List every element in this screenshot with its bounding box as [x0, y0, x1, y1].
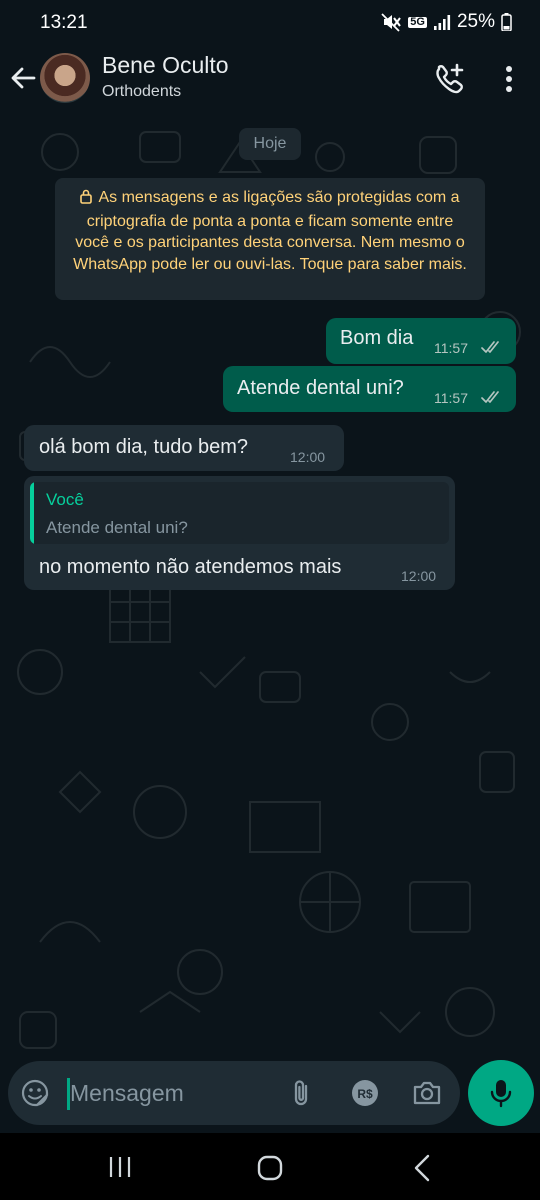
navigation-bar [0, 1133, 540, 1200]
day-separator: Hoje [239, 128, 301, 160]
message-bubble-incoming[interactable]: olá bom dia, tudo bem? 12:00 [24, 425, 344, 471]
message-bubble-incoming[interactable]: Você Atende dental uni? no momento não a… [24, 476, 455, 590]
network-5g-icon: 5G [408, 15, 427, 28]
battery-icon [501, 13, 512, 31]
status-icons: 5G 25% [380, 11, 512, 33]
message-bubble-outgoing[interactable]: Bom dia 11:57 [326, 318, 516, 364]
message-composer: R$ [8, 1061, 460, 1125]
message-text: Bom dia [340, 327, 414, 349]
lock-icon [80, 189, 93, 211]
message-text: no momento não atendemos mais [39, 556, 342, 578]
sticker-icon[interactable] [20, 1078, 50, 1108]
chat-area[interactable]: Hoje As mensagens e as ligações são prot… [0, 112, 540, 1067]
status-bar: 13:21 5G 25% [0, 0, 540, 46]
quoted-message[interactable]: Você Atende dental uni? [30, 482, 449, 544]
back-arrow-icon[interactable] [8, 62, 40, 94]
message-input[interactable] [70, 1073, 280, 1113]
message-time: 11:57 [434, 340, 468, 356]
message-time: 11:57 [434, 390, 468, 406]
quote-bar [30, 482, 34, 544]
read-receipt-icon [481, 340, 503, 359]
encryption-notice[interactable]: As mensagens e as ligações são protegida… [55, 178, 485, 300]
quote-author: Você [46, 490, 84, 509]
read-receipt-icon [481, 390, 503, 409]
back-icon[interactable] [412, 1154, 432, 1182]
recent-apps-icon[interactable] [107, 1156, 133, 1178]
attach-icon[interactable] [286, 1077, 318, 1109]
message-time: 12:00 [290, 449, 326, 465]
battery-label: 25% [456, 11, 495, 32]
message-text: olá bom dia, tudo bem? [39, 436, 249, 458]
mute-icon [380, 12, 402, 32]
camera-icon[interactable] [411, 1077, 443, 1109]
add-call-icon[interactable] [432, 62, 466, 96]
message-time: 12:00 [401, 568, 437, 584]
payment-icon[interactable]: R$ [350, 1078, 380, 1108]
status-time: 13:21 [40, 12, 88, 33]
home-icon[interactable] [257, 1155, 283, 1181]
svg-text:R$: R$ [357, 1087, 373, 1101]
contact-name[interactable]: Bene Oculto [102, 52, 229, 79]
chat-header: Bene Oculto Orthodents [0, 46, 540, 112]
mic-icon[interactable] [468, 1060, 534, 1126]
more-vert-icon[interactable] [496, 64, 522, 94]
signal-icon [433, 13, 451, 31]
encryption-notice-text: As mensagens e as ligações são protegida… [73, 189, 467, 273]
contact-subtitle[interactable]: Orthodents [102, 83, 181, 101]
avatar[interactable] [40, 53, 90, 103]
message-text: Atende dental uni? [237, 377, 404, 399]
quote-text: Atende dental uni? [46, 518, 188, 537]
message-bubble-outgoing[interactable]: Atende dental uni? 11:57 [223, 366, 516, 412]
